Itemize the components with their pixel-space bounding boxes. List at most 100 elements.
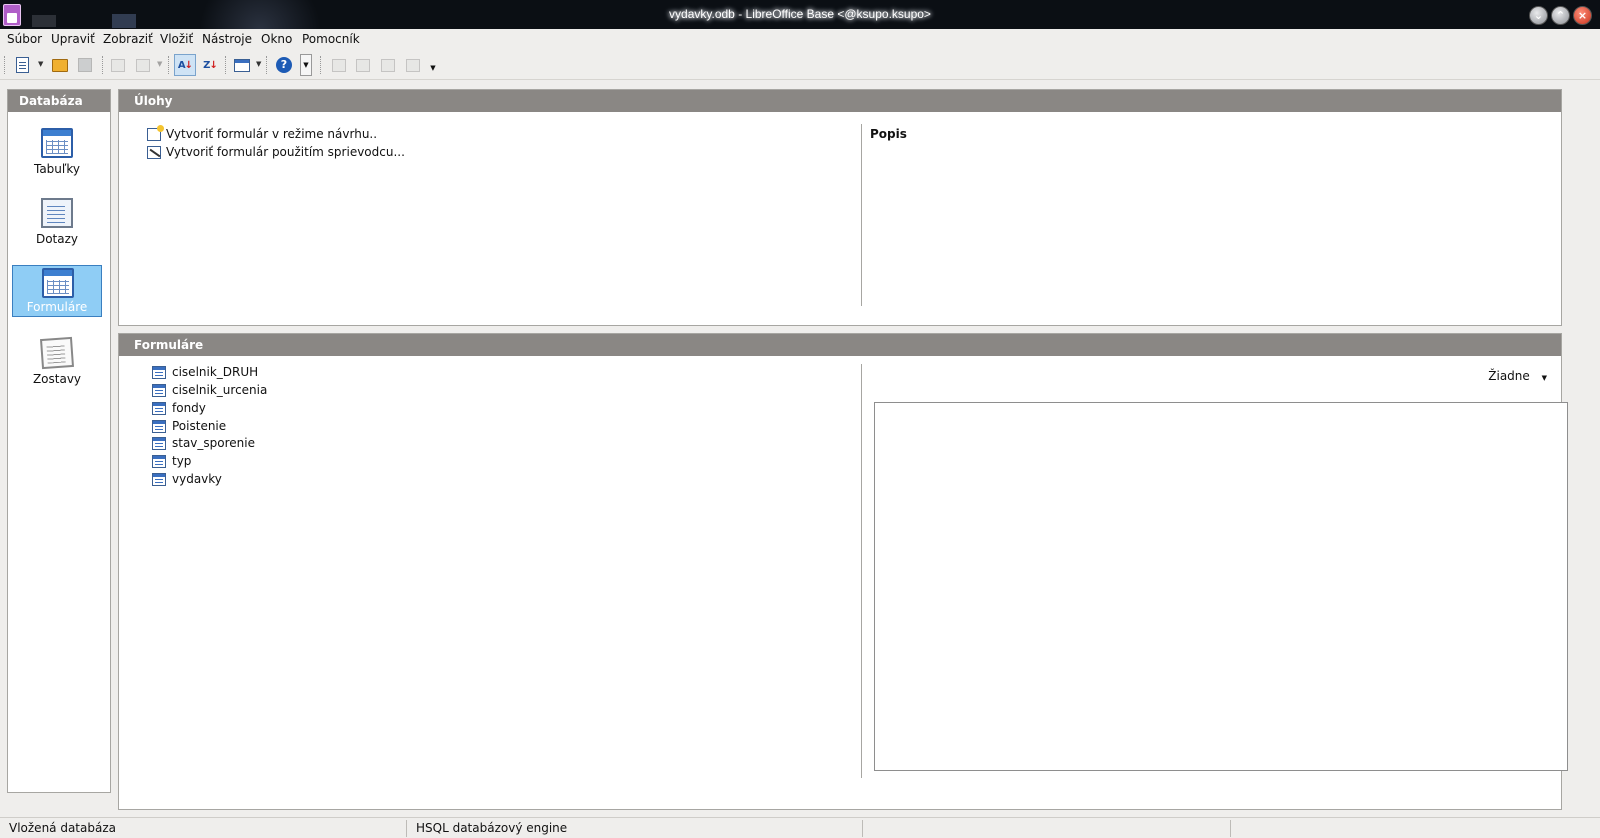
new-document-button[interactable]: [11, 54, 33, 76]
nav-item-zostavy[interactable]: Zostavy: [12, 336, 102, 388]
edit-button[interactable]: [352, 54, 374, 76]
forms-divider[interactable]: [861, 364, 862, 778]
form-icon: [152, 419, 166, 433]
form-design-icon: [147, 124, 164, 141]
rename-icon: [381, 58, 395, 72]
report-icon: [39, 336, 75, 370]
minimize-button[interactable]: ⌄: [1529, 6, 1548, 25]
toolbar-handle[interactable]: [320, 56, 321, 74]
form-name: typ: [172, 454, 192, 468]
menu-okno[interactable]: Okno: [261, 32, 292, 46]
new-form-dropdown-arrow[interactable]: ▼: [256, 60, 261, 68]
forms-pane-header: Formuláre: [119, 334, 1561, 356]
task-label: Vytvoriť formulár použitím sprievodcu...: [166, 145, 405, 159]
copy-icon: [111, 58, 125, 72]
help-button[interactable]: ?: [273, 54, 295, 76]
sort-ascending-button[interactable]: A↓: [174, 54, 196, 76]
menu-bar: Súbor Upraviť Zobraziť Vložiť Nástroje O…: [0, 29, 1600, 50]
list-item[interactable]: typ: [152, 454, 191, 468]
menu-zobrazit[interactable]: Zobraziť: [103, 32, 153, 46]
form-icon: [152, 365, 166, 379]
window-title: vydavky.odb - LibreOffice Base <@ksupo.k…: [669, 7, 931, 21]
tasks-pane-header: Úlohy: [119, 90, 1561, 112]
preview-mode-dropdown[interactable]: Žiadne ▼: [1488, 369, 1547, 383]
table-icon: [41, 128, 73, 158]
toolbar-separator: [225, 56, 226, 74]
sort-descending-button[interactable]: Z↓: [199, 54, 221, 76]
new-form-icon: [234, 58, 250, 72]
tasks-pane: Úlohy Vytvoriť formulár v režime návrhu.…: [118, 89, 1562, 326]
nav-item-tabulky[interactable]: Tabuľky: [12, 126, 102, 178]
preview-area: [874, 402, 1568, 771]
new-form-button[interactable]: [231, 54, 253, 76]
list-item[interactable]: fondy: [152, 401, 206, 415]
database-pane: Databáza Tabuľky Dotazy Formuláre Zostav…: [7, 89, 111, 793]
menu-upravit[interactable]: Upraviť: [51, 32, 95, 46]
tasks-divider[interactable]: [861, 124, 862, 306]
task-create-form-wizard[interactable]: Vytvoriť formulár použitím sprievodcu...: [147, 145, 405, 159]
form-name: Poistenie: [172, 419, 227, 433]
form-name: ciselnik_urcenia: [172, 383, 268, 397]
copy-button[interactable]: [107, 54, 129, 76]
menu-nastroje[interactable]: Nástroje: [202, 32, 252, 46]
status-database-type: Vložená databáza: [9, 821, 116, 835]
edit-icon: [356, 58, 370, 72]
form-wizard-icon: [147, 145, 161, 159]
toolbar-separator: [168, 56, 169, 74]
query-icon: [41, 198, 73, 228]
delete-button[interactable]: [402, 54, 424, 76]
form-name: stav_sporenie: [172, 436, 255, 450]
save-icon: [78, 58, 92, 72]
form-icon: [152, 383, 166, 397]
menu-pomocnik[interactable]: Pomocník: [302, 32, 360, 46]
form-icon: [152, 454, 166, 468]
form-icon: [152, 436, 166, 450]
close-button[interactable]: ×: [1573, 6, 1592, 25]
list-item[interactable]: vydavky: [152, 472, 222, 486]
maximize-button[interactable]: ⌃: [1551, 6, 1570, 25]
title-bar: vydavky.odb - LibreOffice Base <@ksupo.k…: [0, 0, 1600, 29]
paste-icon: [136, 58, 150, 72]
chevron-down-icon: ▼: [303, 61, 309, 69]
toolbar-separator: [266, 56, 267, 74]
new-document-icon: [15, 57, 29, 73]
form-icon: [42, 268, 74, 298]
open-icon: [52, 58, 68, 72]
nav-item-formulare[interactable]: Formuláre: [12, 265, 102, 317]
list-item[interactable]: stav_sporenie: [152, 436, 255, 450]
status-separator: [862, 820, 863, 837]
task-label: Vytvoriť formulár v režime návrhu..: [166, 127, 378, 141]
nav-item-label: Dotazy: [35, 232, 79, 246]
list-item[interactable]: Poistenie: [152, 419, 226, 433]
status-separator: [406, 820, 407, 837]
form-icon: [152, 472, 166, 486]
toolbar-overflow-button[interactable]: ▼: [300, 54, 312, 76]
paste-button[interactable]: [132, 54, 154, 76]
open-object-button[interactable]: [328, 54, 350, 76]
toolbar-overflow-button-2[interactable]: ▼: [428, 60, 438, 76]
chevron-down-icon: ▼: [1541, 374, 1547, 382]
sort-ascending-icon: A↓: [177, 59, 193, 71]
toolbar-separator: [102, 56, 103, 74]
list-item[interactable]: ciselnik_urcenia: [152, 383, 267, 397]
nav-item-label: Tabuľky: [33, 162, 81, 176]
menu-vlozit[interactable]: Vložiť: [160, 32, 193, 46]
task-create-form-design[interactable]: Vytvoriť formulár v režime návrhu..: [147, 124, 378, 141]
form-icon: [152, 401, 166, 415]
delete-icon: [406, 58, 420, 72]
nav-item-label: Zostavy: [32, 372, 82, 386]
open-object-icon: [332, 58, 346, 72]
paste-dropdown-arrow[interactable]: ▼: [157, 60, 162, 68]
sort-descending-icon: Z↓: [203, 59, 218, 71]
menu-subor[interactable]: Súbor: [7, 32, 42, 46]
description-label: Popis: [870, 127, 907, 141]
list-item[interactable]: ciselnik_DRUH: [152, 365, 258, 379]
nav-item-dotazy[interactable]: Dotazy: [12, 196, 102, 248]
database-pane-header: Databáza: [8, 90, 110, 112]
rename-button[interactable]: [377, 54, 399, 76]
new-dropdown-arrow[interactable]: ▼: [38, 60, 43, 68]
save-button[interactable]: [74, 54, 96, 76]
open-button[interactable]: [49, 54, 71, 76]
toolbar-handle[interactable]: [4, 56, 5, 74]
form-name: fondy: [172, 401, 206, 415]
